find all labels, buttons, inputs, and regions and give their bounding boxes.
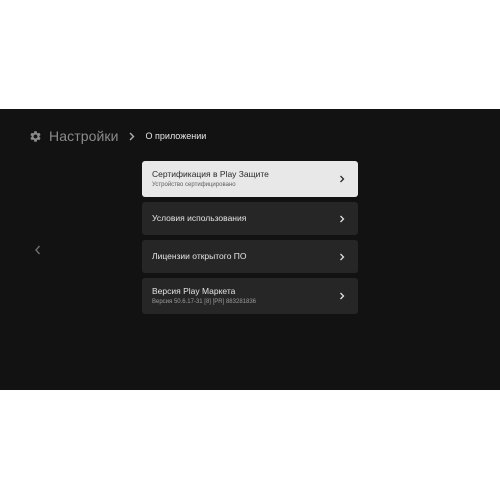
settings-title[interactable]: Настройки [49,128,119,144]
menu-item-title: Сертификация в Play Защите [152,168,269,179]
chevron-right-icon [340,292,345,300]
tv-screen: Настройки О приложении Сертификация в Pl… [0,109,500,390]
menu-item-subtitle: Версия 50.6.17-31 [8] [PR] 883281836 [152,298,257,305]
menu-item-title: Лицензии открытого ПО [152,251,247,261]
menu-item-play-store-version[interactable]: Версия Play Маркета Версия 50.6.17-31 [8… [142,278,358,314]
menu-item-open-source-licenses[interactable]: Лицензии открытого ПО [142,240,358,273]
chevron-right-icon [340,215,345,222]
menu-item-play-protect-certification[interactable]: Сертификация в Play Защите Устройство се… [142,161,358,197]
page-title: О приложении [145,131,207,141]
breadcrumb: Настройки О приложении [29,126,206,146]
chevron-right-icon [340,175,345,183]
menu-item-title: Версия Play Маркета [152,285,236,296]
chevron-left-icon[interactable] [33,244,43,256]
menu-item-terms-of-use[interactable]: Условия использования [142,202,358,235]
chevron-right-icon [129,132,135,141]
chevron-right-icon [340,253,345,260]
gear-icon [30,130,41,142]
menu-item-subtitle: Устройство сертифицировано [152,181,236,188]
about-menu: Сертификация в Play Защите Устройство се… [142,161,358,319]
menu-item-title: Условия использования [152,213,247,223]
